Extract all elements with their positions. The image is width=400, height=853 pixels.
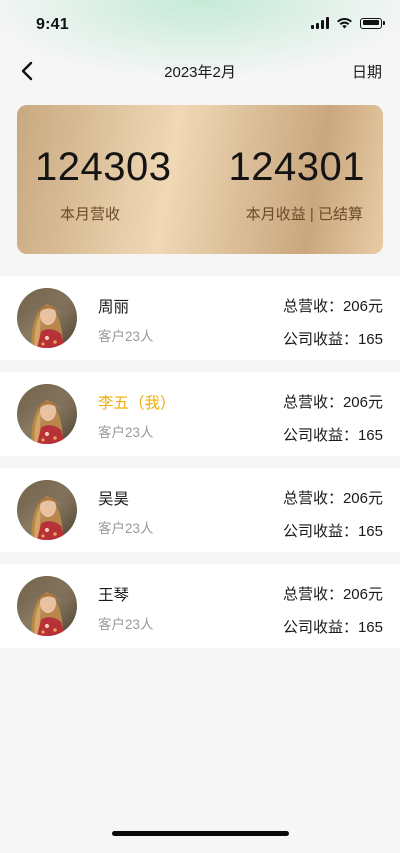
member-revenue: 总营收：206元	[282, 298, 383, 315]
member-income: 公司收益：165	[282, 523, 383, 540]
member-list: 周丽 客户23人 总营收：206元 公司收益：165 李五（我） 客户23人 总…	[0, 276, 400, 660]
page-title: 2023年2月	[164, 64, 236, 81]
member-customers: 客户23人	[98, 425, 154, 440]
member-customers: 客户23人	[98, 617, 154, 632]
member-income: 公司收益：165	[282, 619, 383, 636]
avatar	[17, 288, 77, 348]
member-revenue: 总营收：206元	[282, 394, 383, 411]
member-name: 周丽	[98, 299, 130, 316]
status-icons	[311, 17, 385, 29]
list-item[interactable]: 李五（我） 客户23人 总营收：206元 公司收益：165	[0, 372, 400, 456]
status-time: 9:41	[36, 16, 69, 33]
monthly-income-label: 本月收益 | 已结算	[245, 206, 363, 223]
monthly-income-value: 124301	[228, 145, 365, 189]
member-customers: 客户23人	[98, 329, 154, 344]
battery-icon	[360, 17, 385, 29]
date-picker-button[interactable]: 日期	[352, 61, 382, 82]
avatar	[17, 384, 77, 444]
monthly-revenue-label: 本月营收	[60, 206, 121, 223]
member-revenue: 总营收：206元	[282, 586, 383, 603]
signal-icon	[311, 17, 329, 29]
person-photo-icon	[17, 288, 77, 348]
person-photo-icon	[17, 480, 77, 540]
home-indicator	[112, 831, 289, 836]
member-name: 吴昊	[98, 491, 130, 508]
member-name: 李五（我）	[98, 395, 176, 412]
avatar	[17, 480, 77, 540]
member-customers: 客户23人	[98, 521, 154, 536]
summary-card: 124303 124301 本月营收 本月收益 | 已结算	[17, 105, 383, 254]
list-item[interactable]: 王琴 客户23人 总营收：206元 公司收益：165	[0, 564, 400, 648]
member-name: 王琴	[98, 587, 130, 604]
list-item[interactable]: 周丽 客户23人 总营收：206元 公司收益：165	[0, 276, 400, 360]
avatar	[17, 576, 77, 636]
member-revenue: 总营收：206元	[282, 490, 383, 507]
person-photo-icon	[17, 576, 77, 636]
nav-bar: 2023年2月 日期	[0, 50, 400, 92]
person-photo-icon	[17, 384, 77, 444]
wifi-icon	[337, 17, 352, 29]
list-item[interactable]: 吴昊 客户23人 总营收：206元 公司收益：165	[0, 468, 400, 552]
status-bar: 9:41	[0, 0, 400, 50]
member-income: 公司收益：165	[282, 331, 383, 348]
monthly-revenue-value: 124303	[35, 145, 172, 189]
member-income: 公司收益：165	[282, 427, 383, 444]
